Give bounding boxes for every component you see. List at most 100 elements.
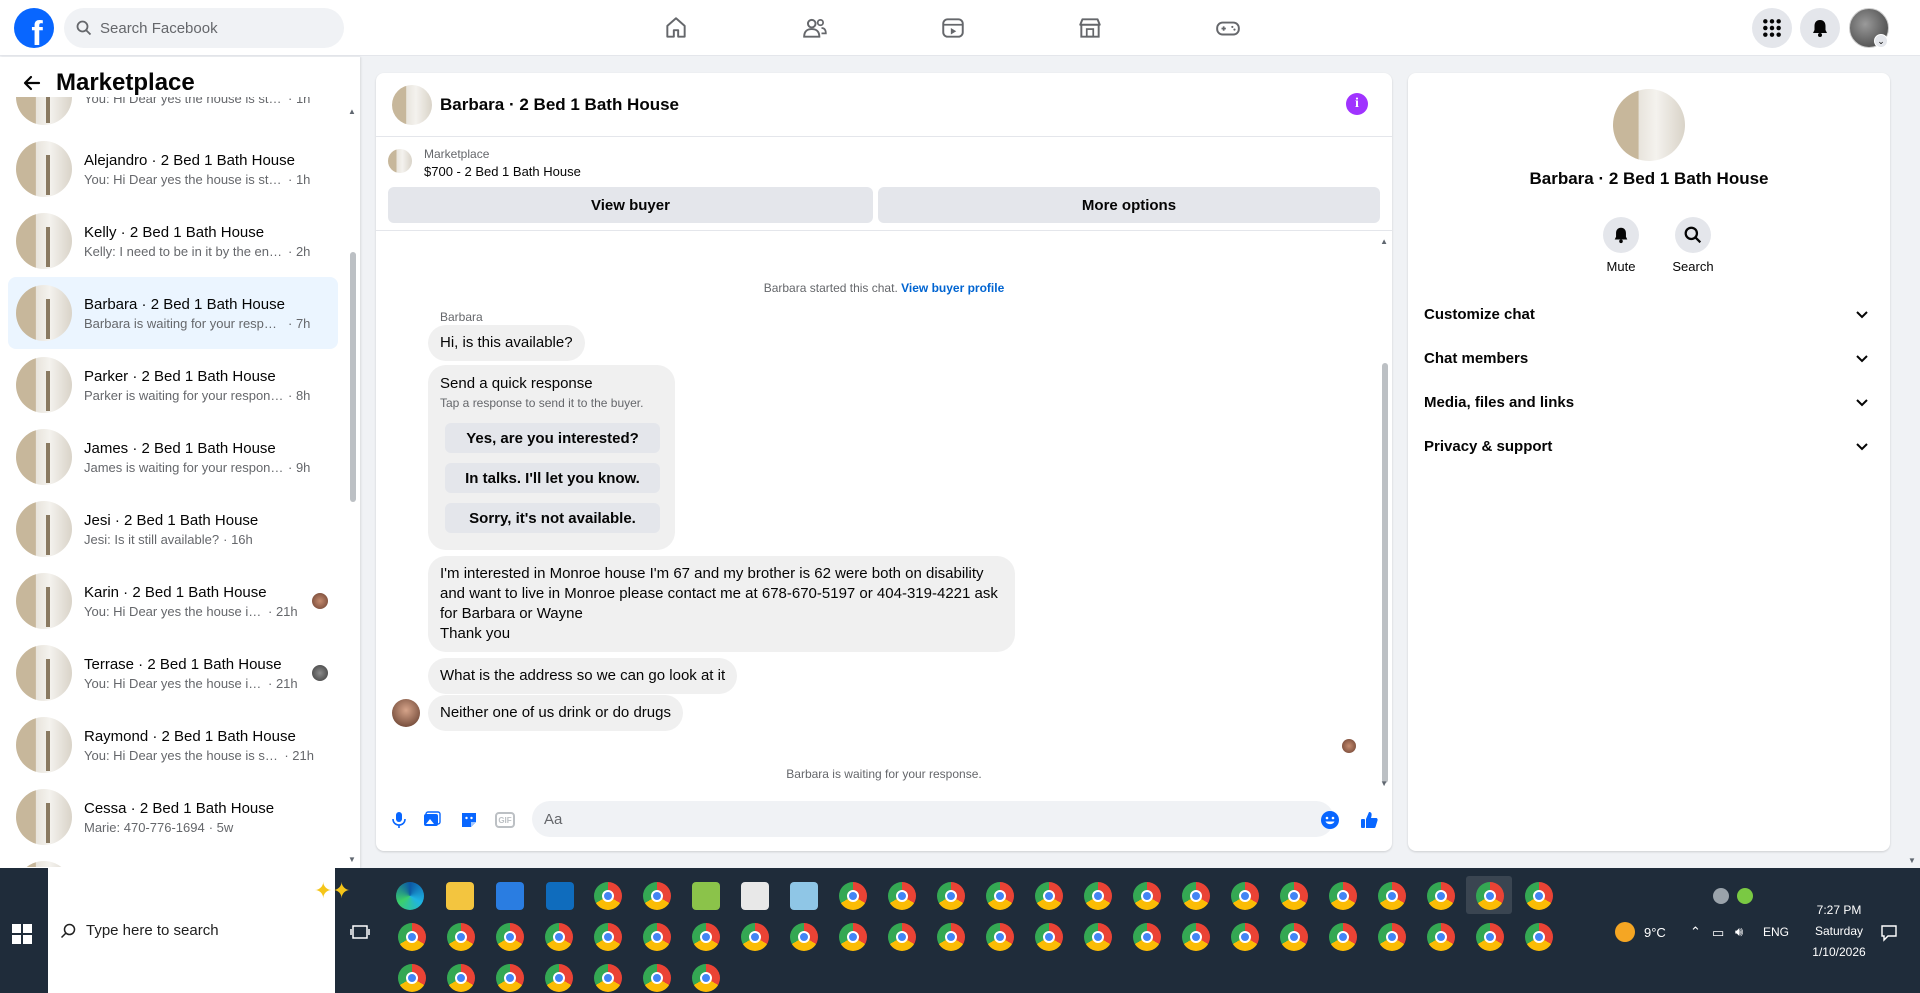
chrome-window-icon[interactable] [594,964,622,992]
chat-avatar-large[interactable] [1613,89,1685,161]
weather-temperature[interactable]: 9°C [1644,925,1666,940]
info-icon[interactable]: i [1346,93,1368,115]
chat-title[interactable]: Barbara · 2 Bed 1 Bath House [440,95,679,115]
conversation-item[interactable]: You: Hi Dear yes the house is still a...… [8,97,338,133]
sender-avatar[interactable] [392,699,420,727]
chrome-window-icon[interactable] [1035,882,1063,910]
view-buyer-button[interactable]: View buyer [388,187,873,223]
chrome-window-icon[interactable] [986,882,1014,910]
video-icon[interactable] [937,12,969,44]
friends-icon[interactable] [799,12,831,44]
mute-button[interactable]: Mute [1591,217,1651,274]
chrome-window-icon[interactable] [1427,882,1455,910]
chrome-window-icon[interactable] [496,923,524,951]
thumbs-up-icon[interactable] [1358,809,1380,831]
sidebar-scrollbar[interactable] [350,252,356,502]
back-arrow-icon[interactable] [20,71,44,95]
chrome-window-icon[interactable] [839,923,867,951]
chrome-window-icon[interactable] [545,923,573,951]
chevron-down-icon[interactable]: ⌄ [1874,34,1888,48]
scroll-down-arrow-icon[interactable]: ▼ [1380,779,1388,788]
chrome-window-icon[interactable] [447,964,475,992]
conversation-item[interactable]: Raymond · 2 Bed 1 Bath House You: Hi Dea… [8,709,338,781]
chat-scrollbar[interactable] [1382,363,1388,783]
chrome-window-icon-active[interactable] [1476,882,1504,910]
chrome-profile-icon[interactable] [643,882,671,910]
scroll-down-arrow-icon[interactable]: ▼ [348,855,356,864]
facebook-search-input[interactable] [100,19,320,37]
chat-members-row[interactable]: Chat members [1416,338,1882,378]
chrome-window-icon[interactable] [692,964,720,992]
taskbar-search-box[interactable]: ✦✦ [48,868,351,993]
microphone-icon[interactable] [388,809,410,831]
chrome-window-icon[interactable] [1182,923,1210,951]
search-conversation-button[interactable]: Search [1663,217,1723,274]
chrome-window-icon[interactable] [1378,882,1406,910]
conversation-item[interactable] [8,853,338,867]
network-icon[interactable]: ▭ [1712,925,1724,941]
page-scroll-down-icon[interactable]: ▼ [1908,856,1916,865]
chrome-window-icon[interactable] [447,923,475,951]
conversation-item[interactable]: Cessa · 2 Bed 1 Bath House Marie: 470-77… [8,781,338,853]
edge-browser-icon[interactable] [396,882,424,910]
taskbar-search-input[interactable] [86,922,286,939]
chrome-window-icon[interactable] [692,923,720,951]
outlook-icon[interactable] [546,882,574,910]
chrome-window-icon[interactable] [1133,882,1161,910]
notifications-button[interactable] [1800,8,1840,48]
photo-icon[interactable] [421,809,443,831]
clock-day[interactable]: Saturday [1807,924,1871,938]
chrome-window-icon[interactable] [937,882,965,910]
media-files-links-row[interactable]: Media, files and links [1416,382,1882,422]
chrome-window-icon[interactable] [1280,923,1308,951]
conversation-item[interactable]: James · 2 Bed 1 Bath House James is wait… [8,421,338,493]
chrome-window-icon[interactable] [643,964,671,992]
chrome-window-icon[interactable] [839,882,867,910]
chrome-window-icon[interactable] [937,923,965,951]
quick-response-button[interactable]: Sorry, it's not available. [445,503,660,533]
file-explorer-icon[interactable] [446,882,474,910]
chrome-window-icon[interactable] [986,923,1014,951]
chrome-window-icon[interactable] [1084,923,1112,951]
chrome-window-icon[interactable] [1476,923,1504,951]
chrome-window-icon[interactable] [1525,882,1553,910]
chat-avatar[interactable] [392,85,432,125]
home-icon[interactable] [660,12,692,44]
chrome-window-icon[interactable] [1231,923,1259,951]
emoji-icon[interactable] [1319,809,1341,831]
conversation-item[interactable]: Parker · 2 Bed 1 Bath House Parker is wa… [8,349,338,421]
chrome-window-icon[interactable] [1329,882,1357,910]
chrome-window-icon[interactable] [888,923,916,951]
clock-date[interactable]: 1/10/2026 [1807,945,1871,959]
quick-response-button[interactable]: Yes, are you interested? [445,423,660,453]
chrome-window-icon[interactable] [1329,923,1357,951]
chrome-window-icon[interactable] [1231,882,1259,910]
listing-title[interactable]: $700 - 2 Bed 1 Bath House [424,164,581,179]
notepad-icon[interactable] [692,882,720,910]
chrome-icon[interactable] [594,882,622,910]
facebook-logo[interactable]: f [14,8,54,48]
conversation-item[interactable]: Jesi · 2 Bed 1 Bath House Jesi: Is it st… [8,493,338,565]
sticker-icon[interactable] [458,809,480,831]
language-indicator[interactable]: ENG [1763,925,1789,939]
listing-thumbnail[interactable] [388,149,412,173]
quick-response-button[interactable]: In talks. I'll let you know. [445,463,660,493]
chrome-window-icon[interactable] [643,923,671,951]
volume-icon[interactable]: 🔊︎ [1735,924,1743,940]
customize-chat-row[interactable]: Customize chat [1416,294,1882,334]
marketplace-icon[interactable] [1074,12,1106,44]
chrome-window-icon[interactable] [398,964,426,992]
scroll-up-arrow-icon[interactable]: ▲ [348,107,356,116]
gif-icon[interactable]: GIF [495,812,515,828]
scroll-up-arrow-icon[interactable]: ▲ [1380,237,1388,246]
menu-grid-button[interactable] [1752,8,1792,48]
paint-icon[interactable] [741,882,769,910]
app-icon[interactable] [790,882,818,910]
clock-time[interactable]: 7:27 PM [1807,903,1871,917]
chrome-window-icon[interactable] [1280,882,1308,910]
privacy-support-row[interactable]: Privacy & support [1416,426,1882,466]
conversation-item[interactable]: Terrase · 2 Bed 1 Bath House You: Hi Dea… [8,637,338,709]
chrome-window-icon[interactable] [594,923,622,951]
chrome-window-icon[interactable] [1084,882,1112,910]
gaming-icon[interactable] [1212,12,1244,44]
